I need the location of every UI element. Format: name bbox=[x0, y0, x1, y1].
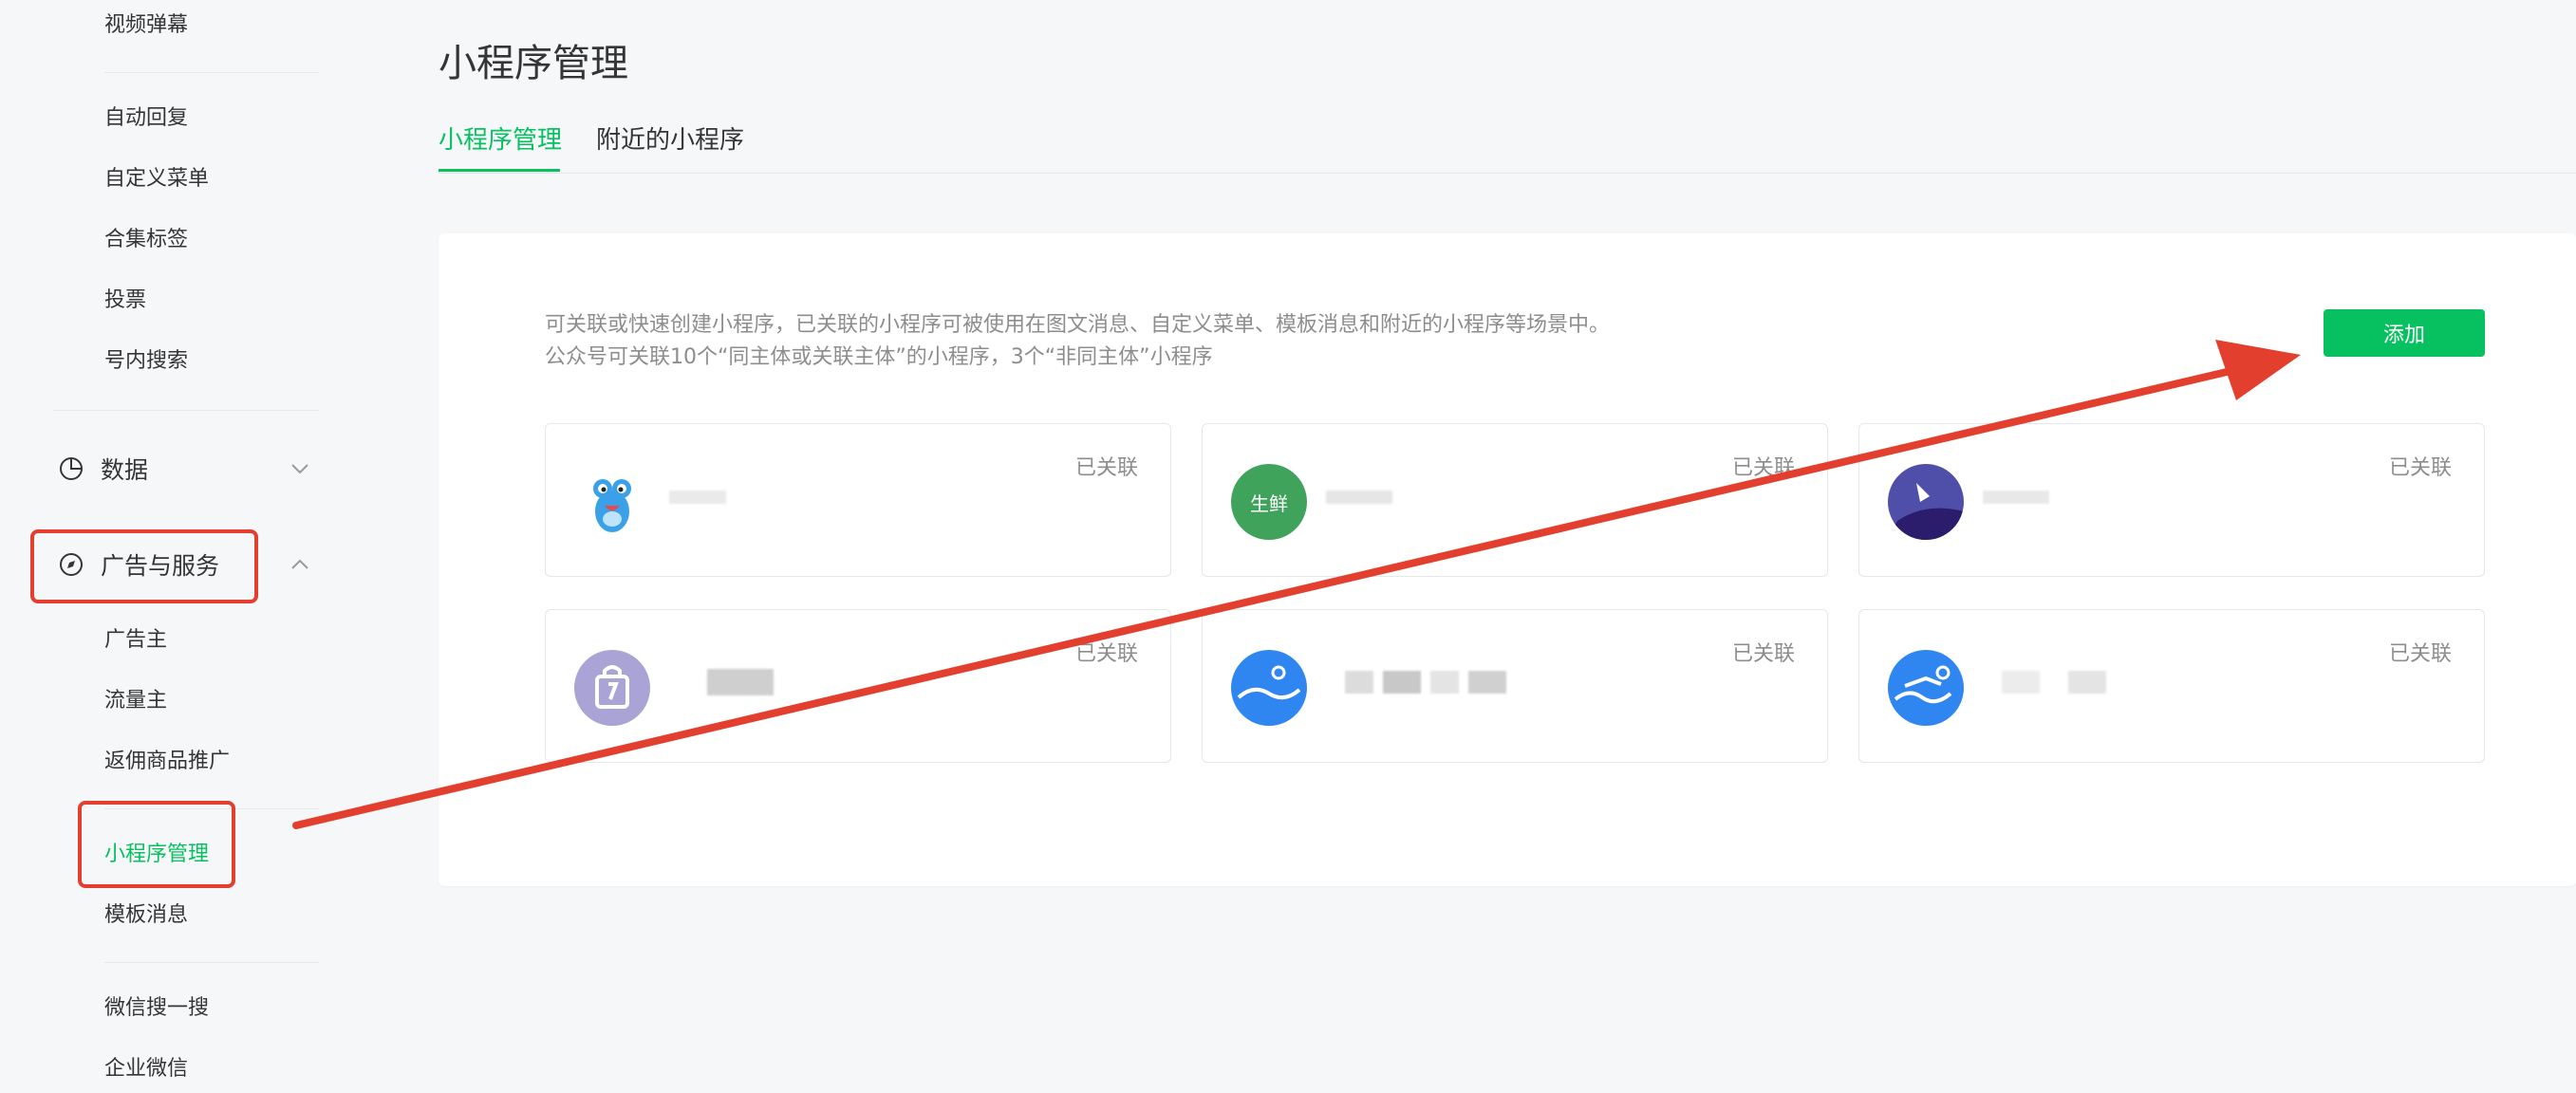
sidebar-item-publisher[interactable]: 流量主 bbox=[104, 687, 167, 715]
sidebar-item-wecom[interactable]: 企业微信 bbox=[104, 1055, 188, 1084]
miniprogram-card[interactable]: 已关联 bbox=[545, 423, 1171, 577]
miniprogram-card[interactable]: 已关联 bbox=[1858, 609, 2485, 763]
blurred-name bbox=[1430, 671, 1459, 694]
blurred-name bbox=[2068, 671, 2106, 694]
active-tab-indicator bbox=[439, 169, 560, 172]
blue-swim-logo bbox=[1888, 650, 1964, 726]
sidebar-item-miniprogram-management[interactable]: 小程序管理 bbox=[104, 841, 209, 869]
cartoon-frog-logo bbox=[574, 464, 650, 540]
blurred-name bbox=[1345, 671, 1373, 694]
blurred-name bbox=[1383, 671, 1421, 694]
linked-status: 已关联 bbox=[1731, 456, 1795, 480]
purple-circle-logo bbox=[1888, 464, 1964, 540]
sidebar-item-vote[interactable]: 投票 bbox=[104, 287, 146, 315]
sidebar-item-video-danmaku[interactable]: 视频弹幕 bbox=[104, 11, 188, 40]
sidebar-item-advertiser[interactable]: 广告主 bbox=[104, 626, 167, 655]
divider bbox=[53, 410, 319, 411]
sidebar-section-ads-services[interactable]: 广告与服务 bbox=[59, 546, 315, 584]
compass-icon bbox=[60, 553, 83, 576]
sidebar-item-custom-menu[interactable]: 自定义菜单 bbox=[104, 165, 209, 194]
linked-status: 已关联 bbox=[1731, 642, 1795, 666]
shopping-bag-logo bbox=[574, 650, 650, 726]
tab-nearby-miniprograms[interactable]: 附近的小程序 bbox=[596, 120, 744, 161]
sidebar: 视频弹幕 自动回复 自定义菜单 合集标签 投票 号内搜索 数据 广告与服务 广告… bbox=[0, 0, 361, 1093]
tabs-divider bbox=[439, 173, 2576, 174]
miniprogram-card[interactable]: 已关联 bbox=[545, 609, 1171, 763]
add-button[interactable]: 添加 bbox=[2324, 309, 2485, 357]
miniprogram-panel: 可关联或快速创建小程序，已关联的小程序可被使用在图文消息、自定义菜单、模板消息和… bbox=[439, 233, 2576, 886]
divider bbox=[104, 72, 319, 73]
linked-status: 已关联 bbox=[2388, 642, 2452, 666]
sidebar-item-account-search[interactable]: 号内搜索 bbox=[104, 347, 188, 376]
description-line-2: 公众号可关联10个“同主体或关联主体”的小程序，3个“非同主体”小程序 bbox=[545, 345, 1213, 369]
blurred-name bbox=[2002, 671, 2040, 694]
sidebar-item-auto-reply[interactable]: 自动回复 bbox=[104, 104, 188, 133]
page-title: 小程序管理 bbox=[439, 42, 628, 85]
sidebar-item-template-messages[interactable]: 模板消息 bbox=[104, 901, 188, 930]
miniprogram-card[interactable]: 已关联 bbox=[1858, 423, 2485, 577]
sidebar-section-data[interactable]: 数据 bbox=[59, 450, 315, 488]
miniprogram-card[interactable]: 已关联 bbox=[1202, 609, 1828, 763]
blurred-name bbox=[1983, 491, 2049, 504]
linked-status: 已关联 bbox=[1074, 456, 1138, 480]
blurred-name bbox=[707, 669, 774, 695]
chevron-up-icon bbox=[291, 559, 308, 569]
sidebar-item-commission-promotion[interactable]: 返佣商品推广 bbox=[104, 748, 230, 776]
linked-status: 已关联 bbox=[2388, 456, 2452, 480]
tab-miniprogram-management[interactable]: 小程序管理 bbox=[439, 120, 562, 161]
sidebar-section-label: 数据 bbox=[101, 456, 149, 484]
divider bbox=[104, 962, 319, 963]
sidebar-section-label: 广告与服务 bbox=[101, 552, 220, 580]
sidebar-item-wechat-search[interactable]: 微信搜一搜 bbox=[104, 994, 209, 1023]
blue-wave-logo bbox=[1231, 650, 1307, 726]
miniprogram-card[interactable]: 生鲜 已关联 bbox=[1202, 423, 1828, 577]
blurred-name bbox=[1468, 671, 1506, 694]
divider bbox=[104, 808, 319, 809]
blurred-name bbox=[1326, 491, 1392, 504]
pie-chart-icon bbox=[60, 457, 83, 480]
green-circle-logo: 生鲜 bbox=[1231, 464, 1307, 540]
description-line-1: 可关联或快速创建小程序，已关联的小程序可被使用在图文消息、自定义菜单、模板消息和… bbox=[545, 313, 1611, 337]
blurred-name bbox=[669, 491, 726, 504]
sidebar-item-collection-tags[interactable]: 合集标签 bbox=[104, 226, 188, 254]
chevron-down-icon bbox=[291, 464, 308, 474]
linked-status: 已关联 bbox=[1074, 642, 1138, 666]
